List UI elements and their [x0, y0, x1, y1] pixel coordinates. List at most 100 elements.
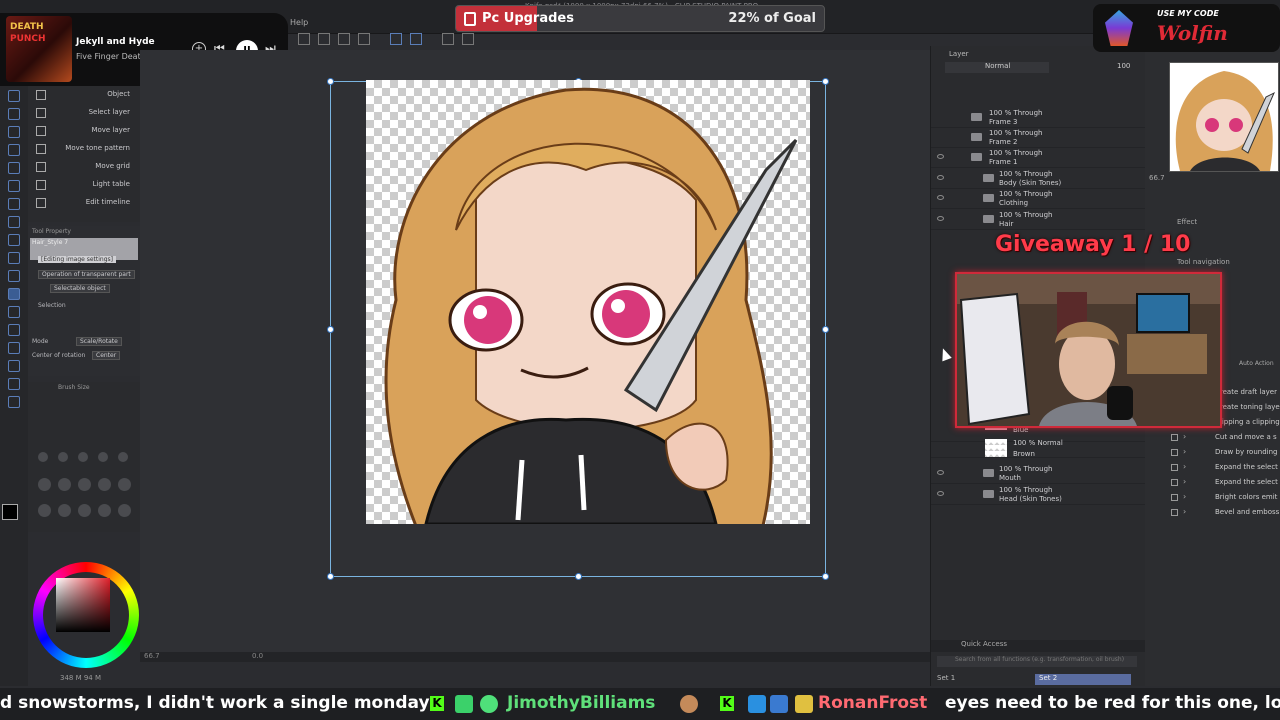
layer-row[interactable]: 100 % Through Frame 1	[931, 148, 1146, 168]
tool-frame-icon[interactable]	[8, 108, 20, 120]
expand-arrow-icon[interactable]: ›	[1183, 492, 1186, 501]
tool-figure-icon[interactable]	[8, 216, 20, 228]
layer-row[interactable]: 100 % Through Hair	[931, 210, 1146, 230]
layer-row[interactable]: 100 % Through Clothing	[931, 189, 1146, 209]
layer-row[interactable]: 100 % Through Frame 3	[931, 108, 1146, 128]
brush-size-preset[interactable]	[58, 504, 71, 517]
tool-pencil-icon[interactable]	[8, 126, 20, 138]
tool-eyedropper-icon[interactable]	[8, 378, 20, 390]
transparent-operation-select[interactable]: Operation of transparent part	[38, 270, 135, 279]
checkbox[interactable]	[1171, 464, 1178, 471]
eye-icon[interactable]	[937, 470, 944, 475]
subtool-move-layer[interactable]: Move layer	[28, 122, 140, 140]
handle-bottom-left[interactable]	[327, 573, 334, 580]
tool-eraser-icon[interactable]	[8, 144, 20, 156]
expand-arrow-icon[interactable]: ›	[1183, 447, 1186, 456]
subtool-move-grid[interactable]: Move grid	[28, 158, 140, 176]
brush-size-preset[interactable]	[98, 452, 108, 462]
tool-move-icon[interactable]	[8, 162, 20, 174]
center-of-rotation-select[interactable]: Center	[92, 351, 121, 360]
handle-top-left[interactable]	[327, 78, 334, 85]
clear-icon[interactable]	[338, 33, 350, 45]
tool-ruler-icon[interactable]	[8, 234, 20, 246]
brush-size-preset[interactable]	[38, 452, 48, 462]
tool-blend-icon[interactable]	[8, 396, 20, 408]
foreground-color-swatch[interactable]	[2, 504, 18, 520]
eye-icon[interactable]	[937, 195, 944, 200]
tab-effect[interactable]: Effect	[1177, 218, 1197, 226]
checkbox[interactable]	[1171, 479, 1178, 486]
auto-action-item[interactable]: › Expand the select	[1171, 461, 1280, 475]
editing-image-settings-button[interactable]: [Editing image settings]	[38, 256, 117, 263]
auto-action-item[interactable]: › Expand the select	[1171, 476, 1280, 490]
quick-access-header[interactable]: Quick Access	[931, 640, 1146, 652]
tool-zoom-icon[interactable]	[8, 360, 20, 372]
tool-brush-icon[interactable]	[8, 306, 20, 318]
navigator-zoom[interactable]: 66.7	[1149, 174, 1165, 182]
brush-size-preset[interactable]	[118, 452, 128, 462]
checkbox[interactable]	[1171, 509, 1178, 516]
layer-row[interactable]: 100 % Through Frame 2	[931, 128, 1146, 148]
brush-size-preset[interactable]	[58, 478, 71, 491]
tool-object-icon[interactable]	[8, 288, 20, 300]
blend-mode-select[interactable]: Normal	[945, 62, 1049, 73]
subtool-edit-timeline[interactable]: Edit timeline	[28, 194, 140, 212]
pen-icon[interactable]	[410, 33, 422, 45]
handle-bottom-right[interactable]	[822, 573, 829, 580]
layer-row[interactable]: 100 % Normal Brown	[931, 438, 1146, 458]
handle-bottom[interactable]	[575, 573, 582, 580]
subtool-light-table[interactable]: Light table	[28, 176, 140, 194]
brush-size-preset[interactable]	[38, 478, 51, 491]
checkbox[interactable]	[1171, 449, 1178, 456]
handle-left[interactable]	[327, 326, 334, 333]
mode-select[interactable]: Scale/Rotate	[76, 337, 122, 346]
tool-text-icon[interactable]	[8, 252, 20, 264]
auto-action-item[interactable]: › Bright colors emit	[1171, 491, 1280, 505]
fill-icon[interactable]	[358, 33, 370, 45]
rotation-readout[interactable]: 0.0	[252, 652, 263, 660]
help-icon[interactable]	[462, 33, 474, 45]
canvas-area[interactable]: 66.7 0.0	[140, 50, 930, 662]
auto-action-item[interactable]: › Bevel and emboss	[1171, 506, 1280, 520]
tab-set-2[interactable]: Set 2	[1035, 674, 1131, 685]
auto-action-tab[interactable]: Auto Action	[1239, 360, 1274, 367]
zoom-readout[interactable]: 66.7	[144, 652, 160, 660]
brush-size-preset[interactable]	[98, 504, 111, 517]
expand-arrow-icon[interactable]: ›	[1183, 462, 1186, 471]
brush-size-preset[interactable]	[118, 478, 131, 491]
brush-size-preset[interactable]	[38, 504, 51, 517]
tool-fill-icon[interactable]	[8, 180, 20, 192]
undo-icon[interactable]	[298, 33, 310, 45]
auto-action-item[interactable]: › Draw by rounding	[1171, 446, 1280, 460]
brush-size-preset[interactable]	[78, 452, 88, 462]
eye-icon[interactable]	[937, 175, 944, 180]
subtool-select-layer[interactable]: Select layer	[28, 104, 140, 122]
tool-hand-icon[interactable]	[8, 342, 20, 354]
brush-size-preset[interactable]	[58, 452, 68, 462]
checkbox[interactable]	[1171, 434, 1178, 441]
subtool-object[interactable]: Object	[28, 86, 140, 104]
eye-icon[interactable]	[937, 216, 944, 221]
subtool-move-tone-pattern[interactable]: Move tone pattern	[28, 140, 140, 158]
brush-size-preset[interactable]	[78, 504, 91, 517]
brush-size-preset[interactable]	[98, 478, 111, 491]
tool-balloon-icon[interactable]	[8, 270, 20, 282]
navigator-preview[interactable]	[1169, 62, 1279, 172]
tab-set-1[interactable]: Set 1	[937, 674, 955, 682]
layer-row[interactable]: 100 % Through Mouth	[931, 464, 1146, 484]
tab-layer[interactable]: Layer	[949, 50, 969, 58]
auto-action-item[interactable]: › Cut and move a s	[1171, 431, 1280, 445]
eye-icon[interactable]	[937, 154, 944, 159]
tool-gradient-icon[interactable]	[8, 198, 20, 210]
transform-icon[interactable]	[318, 33, 330, 45]
selectable-object-select[interactable]: Selectable object	[50, 284, 110, 293]
tool-lasso-icon[interactable]	[8, 324, 20, 336]
layer-row[interactable]: 100 % Through Head (Skin Tones)	[931, 485, 1146, 505]
function-search-input[interactable]: Search from all functions (e.g. transfor…	[937, 656, 1137, 667]
layer-row[interactable]: 100 % Through Body (Skin Tones)	[931, 169, 1146, 189]
eye-icon[interactable]	[937, 491, 944, 496]
grid-icon[interactable]	[442, 33, 454, 45]
brush-size-preset[interactable]	[78, 478, 91, 491]
handle-top-right[interactable]	[822, 78, 829, 85]
opacity-value[interactable]: 100	[1117, 62, 1130, 70]
